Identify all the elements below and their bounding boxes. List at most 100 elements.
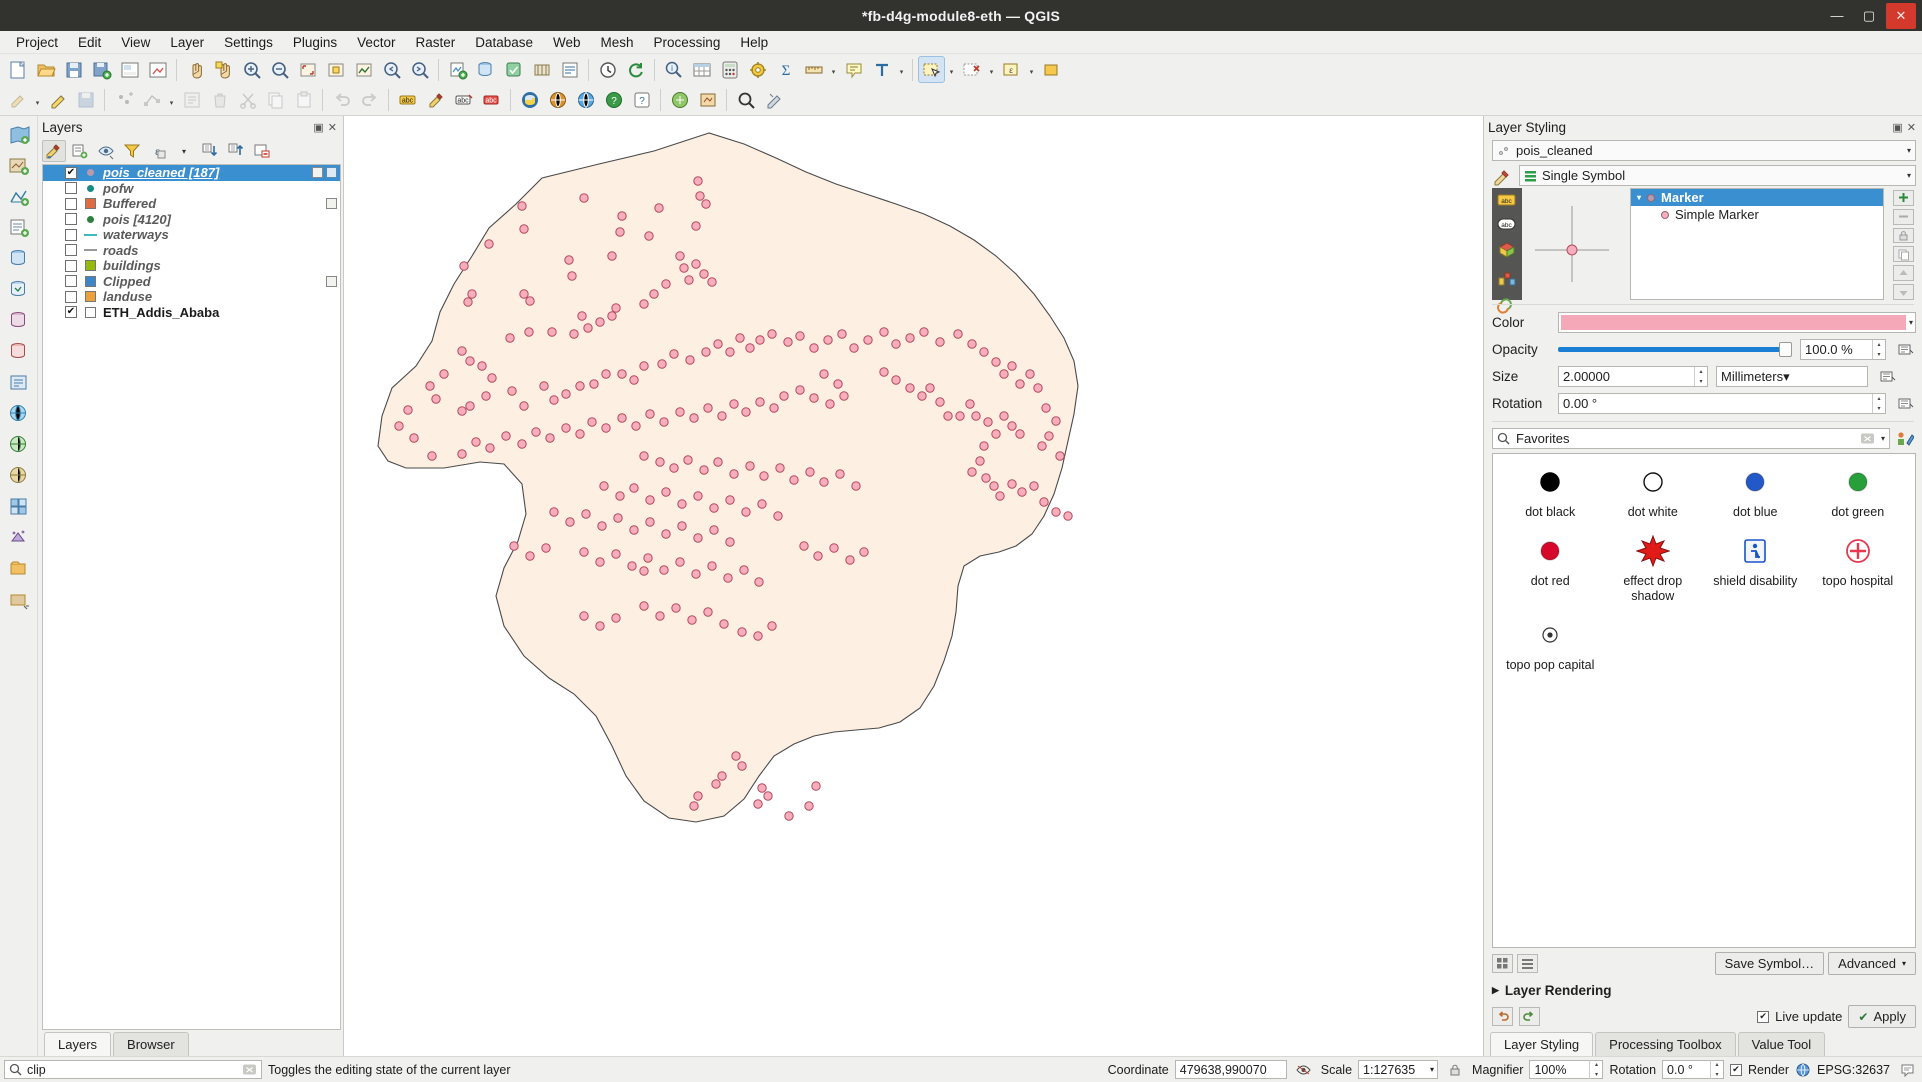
identify-features-icon[interactable]: i	[660, 56, 687, 83]
advanced-button[interactable]: Advanced ▾	[1828, 952, 1916, 975]
map-canvas[interactable]	[344, 116, 1484, 1056]
qgis-help-icon[interactable]: ?	[628, 87, 655, 114]
save-symbol-button[interactable]: Save Symbol…	[1714, 952, 1825, 975]
size-data-defined-override-icon[interactable]	[1876, 367, 1898, 387]
paste-features-icon[interactable]	[290, 87, 317, 114]
layer-row-landuse[interactable]: landuse	[43, 289, 340, 305]
measure-dropdown-caret[interactable]: ▾	[828, 56, 839, 83]
menu-item-plugins[interactable]: Plugins	[283, 33, 347, 52]
show-plugins-icon[interactable]	[544, 87, 571, 114]
clear-search-icon[interactable]	[242, 1063, 257, 1076]
gallery-item-dot-blue[interactable]: dot blue	[1704, 464, 1807, 519]
rotation-spinner[interactable]: ▴ ▾	[1872, 394, 1885, 413]
gallery-item-effect-drop-shadow[interactable]: effect drop shadow	[1602, 533, 1705, 603]
add-group-icon[interactable]	[68, 140, 92, 162]
new-geopackage-layer-icon[interactable]	[500, 56, 527, 83]
layer-indicators[interactable]	[326, 275, 340, 287]
temporal-controller-icon[interactable]	[594, 56, 621, 83]
refresh-icon[interactable]	[622, 56, 649, 83]
layer-visibility-checkbox[interactable]	[65, 213, 77, 226]
panel-tab-browser[interactable]: Browser	[113, 1032, 189, 1056]
memory-indicator-icon[interactable]	[326, 198, 337, 210]
add-postgis-layer-icon[interactable]	[4, 244, 34, 274]
gallery-item-shield-disability[interactable]: shield disability	[1704, 533, 1807, 603]
opacity-slider-handle[interactable]	[1779, 342, 1792, 357]
close-style-panel-icon[interactable]: ✕	[1905, 121, 1918, 134]
layer-combo[interactable]: pois_cleaned ▾	[1492, 140, 1916, 161]
filter-legend-caret[interactable]: ▾	[172, 140, 196, 162]
save-project-as-icon[interactable]	[88, 56, 115, 83]
opacity-slider[interactable]	[1558, 341, 1792, 359]
layer-visibility-checkbox[interactable]	[65, 275, 77, 288]
rotation-spinbox[interactable]: 0.0 ° ▴ ▾	[1662, 1060, 1725, 1079]
annotation-dropdown-caret[interactable]: ▾	[896, 56, 907, 83]
zoom-to-layer-icon[interactable]	[350, 56, 377, 83]
zoom-full-icon[interactable]	[294, 56, 321, 83]
magnifier-spinner[interactable]: ▴ ▾	[1589, 1060, 1602, 1079]
size-unit-combo[interactable]: Millimeters ▾	[1716, 366, 1868, 387]
symbol-layer-tree[interactable]: ▾ Marker Simple Marker	[1630, 188, 1884, 300]
apply-button[interactable]: ✔ Apply	[1848, 1005, 1916, 1028]
map-tips-icon[interactable]	[840, 56, 867, 83]
move-down-button[interactable]	[1892, 284, 1914, 300]
menu-item-view[interactable]: View	[111, 33, 160, 52]
panel-tab-layers[interactable]: Layers	[44, 1032, 112, 1056]
rotation-data-defined-override-icon[interactable]	[1894, 394, 1916, 414]
layer-row-pois_cleaned[interactable]: ✔ pois_cleaned [187]	[43, 165, 340, 181]
layer-row-buffered[interactable]: Buffered	[43, 196, 340, 212]
undock-icon[interactable]: ▣	[311, 121, 325, 134]
menu-item-layer[interactable]: Layer	[160, 33, 214, 52]
add-wfs-layer-icon[interactable]	[4, 461, 34, 491]
menu-item-vector[interactable]: Vector	[347, 33, 405, 52]
georeferencer-icon[interactable]	[694, 87, 721, 114]
cut-features-icon[interactable]	[234, 87, 261, 114]
deselect-features-icon[interactable]	[958, 56, 985, 83]
filter-indicator-icon[interactable]	[326, 167, 337, 179]
symbol-layer-row-simple-marker[interactable]: Simple Marker	[1631, 206, 1883, 223]
gallery-item-dot-black[interactable]: dot black	[1499, 464, 1602, 519]
menu-item-raster[interactable]: Raster	[405, 33, 465, 52]
live-update-checkbox[interactable]: ✔	[1757, 1010, 1770, 1023]
symbol-layer-row-marker[interactable]: ▾ Marker	[1631, 189, 1883, 206]
render-checkbox[interactable]: ✔	[1730, 1063, 1743, 1076]
lock-layer-colors-button[interactable]	[1892, 227, 1914, 244]
locator-search-icon[interactable]	[732, 87, 759, 114]
menu-item-database[interactable]: Database	[465, 33, 543, 52]
color-swatch[interactable]	[1561, 315, 1906, 330]
add-wms-layer-icon[interactable]	[4, 399, 34, 429]
open-layer-styling-panel-icon[interactable]	[42, 140, 66, 162]
style-manager-icon[interactable]	[1894, 429, 1916, 449]
current-edits-caret[interactable]: ▾	[32, 87, 43, 114]
menu-item-project[interactable]: Project	[6, 33, 68, 52]
move-up-button[interactable]	[1892, 265, 1914, 282]
opacity-spinbox[interactable]: 100.0 % ▴ ▾	[1800, 339, 1886, 360]
masks-tab-icon[interactable]: abc	[1496, 217, 1518, 231]
zoom-to-selection-icon[interactable]	[322, 56, 349, 83]
add-delimited-text-icon[interactable]	[556, 56, 583, 83]
menu-item-web[interactable]: Web	[543, 33, 591, 52]
rotation-spinbox[interactable]: 0.00 ° ▴ ▾	[1558, 393, 1886, 414]
vertex-tool-caret[interactable]: ▾	[166, 87, 177, 114]
toggle-editing-icon[interactable]	[44, 87, 71, 114]
layer-row-eth_addis_ababa[interactable]: ✔ ETH_Addis_Ababa	[43, 305, 340, 321]
diagrams-tab-icon[interactable]	[1496, 269, 1518, 287]
save-project-icon[interactable]	[60, 56, 87, 83]
pan-map-icon[interactable]	[182, 56, 209, 83]
layer-styling-dock-icon[interactable]	[422, 87, 449, 114]
icon-view-button[interactable]	[1492, 954, 1513, 973]
open-project-icon[interactable]	[32, 56, 59, 83]
add-point-cloud-layer-icon[interactable]	[4, 523, 34, 553]
remove-symbol-layer-button[interactable]	[1892, 208, 1914, 225]
undo-style-button[interactable]	[1492, 1007, 1513, 1026]
select-dropdown-caret[interactable]: ▾	[946, 56, 957, 83]
gallery-item-topo-hospital[interactable]: topo hospital	[1807, 533, 1910, 603]
processing-toolbox-icon[interactable]	[744, 56, 771, 83]
add-mssql-layer-icon[interactable]	[4, 306, 34, 336]
opacity-data-defined-override-icon[interactable]	[1894, 340, 1916, 360]
menu-item-mesh[interactable]: Mesh	[591, 33, 644, 52]
layer-rendering-section[interactable]: ▶ Layer Rendering	[1484, 977, 1922, 1002]
add-point-feature-icon[interactable]	[110, 87, 137, 114]
scale-combo[interactable]: 1:127635 ▾	[1358, 1060, 1439, 1079]
new-spatialite-layer-icon[interactable]	[472, 56, 499, 83]
pan-to-selection-icon[interactable]	[210, 56, 237, 83]
